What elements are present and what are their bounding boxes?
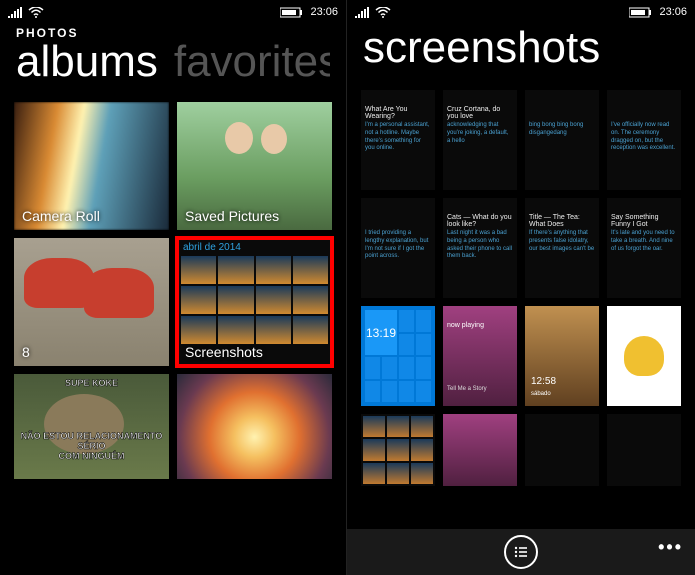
hub-header: screenshots: [347, 22, 695, 80]
pivot-favorites[interactable]: favorites: [174, 40, 330, 84]
signal-icon: [355, 7, 369, 18]
screenshot-thumb-duck[interactable]: [607, 306, 681, 406]
select-button[interactable]: [504, 535, 538, 569]
status-time: 23:06: [310, 6, 338, 18]
pivot-screenshots[interactable]: screenshots: [363, 26, 600, 70]
more-button[interactable]: •••: [658, 537, 683, 558]
album-saved-pictures[interactable]: Saved Pictures: [177, 102, 332, 230]
album-thumbnail: [14, 374, 169, 479]
battery-icon: [629, 7, 653, 18]
app-title: PHOTOS: [16, 26, 330, 40]
status-time: 23:06: [659, 6, 687, 18]
album-label: Camera Roll: [22, 208, 100, 224]
wifi-icon: [28, 7, 44, 18]
screenshot-thumb[interactable]: I've officially now read on. The ceremon…: [607, 90, 681, 190]
now-playing-label: now playing: [447, 322, 513, 329]
album-8[interactable]: 8: [14, 238, 169, 366]
music-title: Tell Me a Story: [447, 386, 513, 394]
album-label: Saved Pictures: [185, 208, 279, 224]
pivot[interactable]: albums favorites: [16, 40, 330, 84]
screenshot-thumb[interactable]: [443, 414, 517, 486]
app-bar: •••: [347, 529, 695, 575]
screenshot-thumb[interactable]: What Are You Wearing? I'm a personal ass…: [361, 90, 435, 190]
start-time: 13:19: [365, 310, 397, 355]
album-screenshots[interactable]: abril de 2014 Screenshots: [177, 238, 332, 366]
status-bar: 23:06: [0, 0, 346, 22]
screenshot-thumb-lock[interactable]: 12:58 sábado: [525, 306, 599, 406]
battery-icon: [280, 7, 304, 18]
pivot[interactable]: screenshots: [363, 26, 679, 70]
screenshot-thumb[interactable]: [525, 414, 599, 486]
month-label: abril de 2014: [183, 242, 241, 253]
album-camera-roll[interactable]: Camera Roll: [14, 102, 169, 230]
screenshot-thumb[interactable]: Cats — What do you look like? Last night…: [443, 198, 517, 298]
screenshot-thumb[interactable]: [361, 414, 435, 486]
screenshots-grid: What Are You Wearing? I'm a personal ass…: [347, 80, 695, 486]
album-meme[interactable]: SUPE KOKE NÃO ESTOU RELACIONAMENTO SÉRIO…: [14, 374, 169, 479]
album-sunset[interactable]: [177, 374, 332, 479]
screenshot-thumb[interactable]: Say Something Funny I Got It's late and …: [607, 198, 681, 298]
status-bar: 23:06: [347, 0, 695, 22]
screenshots-screen: 23:06 screenshots What Are You Wearing? …: [347, 0, 695, 575]
meme-text-top: SUPE KOKE: [14, 378, 169, 388]
screenshot-thumb-start[interactable]: 13:19: [361, 306, 435, 406]
album-thumbnail: [14, 238, 169, 366]
signal-icon: [8, 7, 22, 18]
albums-grid: Camera Roll Saved Pictures 8 abril de 20…: [0, 94, 346, 479]
meme-text-bottom: NÃO ESTOU RELACIONAMENTO SÉRIO COM NINGU…: [14, 431, 169, 461]
screenshot-thumb[interactable]: bing bong bing bong disgangedang: [525, 90, 599, 190]
screenshot-thumb[interactable]: Cruz Cortana, do you love acknowledging …: [443, 90, 517, 190]
screenshot-thumb[interactable]: [607, 414, 681, 486]
albums-screen: 23:06 PHOTOS albums favorites Camera Rol…: [0, 0, 347, 575]
lock-time: 12:58 sábado: [531, 376, 556, 398]
album-label: 8: [22, 344, 30, 360]
list-icon: [513, 544, 529, 560]
hub-header: PHOTOS albums favorites: [0, 22, 346, 94]
screenshot-thumb[interactable]: I tried providing a lengthy explanation,…: [361, 198, 435, 298]
screenshot-thumb-music[interactable]: now playing Tell Me a Story: [443, 306, 517, 406]
screenshot-thumb[interactable]: Title — The Tea: What Does If there's an…: [525, 198, 599, 298]
album-label: Screenshots: [185, 344, 263, 360]
wifi-icon: [375, 7, 391, 18]
pivot-albums[interactable]: albums: [16, 40, 158, 84]
album-thumbnail: [177, 374, 332, 479]
